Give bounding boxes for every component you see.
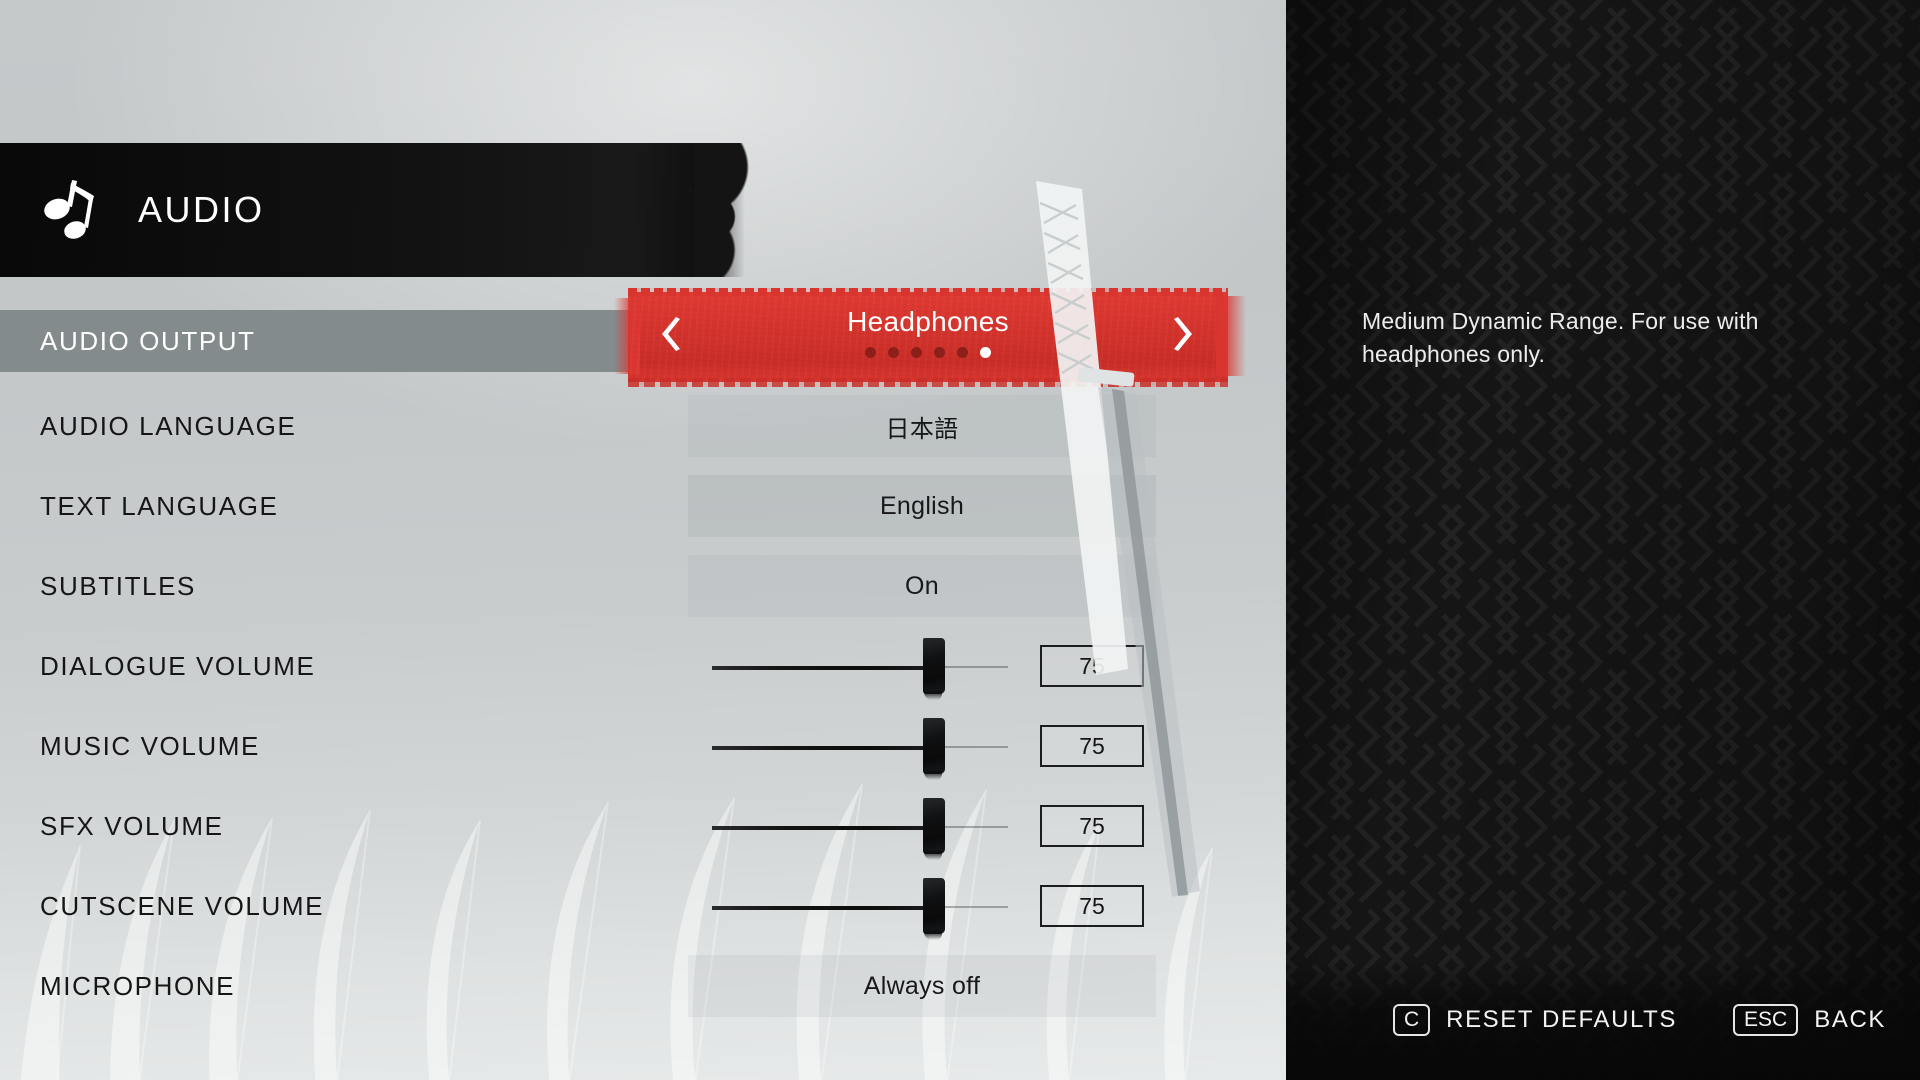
music-volume-value: 75 (1040, 725, 1144, 767)
reset-defaults-label: RESET DEFAULTS (1446, 1006, 1678, 1033)
setting-value: On (905, 571, 939, 600)
setting-label: SFX VOLUME (40, 810, 224, 841)
option-dot (865, 347, 876, 358)
page-title: AUDIO (138, 189, 265, 230)
setting-description: Medium Dynamic Range. For use with headp… (1362, 308, 1759, 367)
description-panel: Medium Dynamic Range. For use with headp… (1286, 0, 1920, 1080)
slider-handle[interactable] (923, 798, 945, 860)
footer-hints: C RESET DEFAULTS ESC BACK (1392, 960, 1886, 1080)
slider-handle[interactable] (923, 638, 945, 700)
setting-label: TEXT LANGUAGE (40, 490, 279, 521)
reset-defaults-button[interactable]: C RESET DEFAULTS (1392, 1004, 1678, 1036)
dialogue-volume-slider[interactable] (712, 635, 1012, 700)
key-esc-icon: ESC (1733, 1004, 1799, 1036)
option-dot (934, 347, 945, 358)
setting-row-subtitles[interactable]: SUBTITLES On (0, 555, 1286, 617)
option-dots (628, 347, 1228, 358)
setting-value: Headphones (847, 306, 1009, 337)
settings-panel: AUDIO AUDIO OUTPUT Headphones AUDIO LANG… (0, 0, 1286, 1080)
option-dot (911, 347, 922, 358)
setting-label: DIALOGUE VOLUME (40, 650, 316, 681)
slider-handle[interactable] (923, 878, 945, 940)
value-selector-highlight: Headphones (614, 288, 1246, 387)
setting-row-audio-output[interactable]: AUDIO OUTPUT Headphones (0, 288, 1286, 387)
panel-vignette (1286, 0, 1920, 1080)
setting-row-microphone[interactable]: MICROPHONE Always off (0, 955, 1286, 1017)
option-dot (888, 347, 899, 358)
setting-row-text-language[interactable]: TEXT LANGUAGE English (0, 475, 1286, 537)
settings-screen: AUDIO AUDIO OUTPUT Headphones AUDIO LANG… (0, 0, 1920, 1080)
category-banner: AUDIO (0, 143, 754, 277)
setting-row-sfx-volume[interactable]: SFX VOLUME 75 (0, 795, 1286, 860)
sfx-volume-value: 75 (1040, 805, 1144, 847)
setting-value: 日本語 (885, 414, 959, 443)
music-volume-slider[interactable] (712, 715, 1012, 780)
setting-row-music-volume[interactable]: MUSIC VOLUME 75 (0, 715, 1286, 780)
slider-fill (712, 826, 934, 830)
setting-label: AUDIO OUTPUT (40, 325, 256, 356)
slider-fill (712, 906, 934, 910)
sfx-volume-slider[interactable] (712, 795, 1012, 860)
setting-label: AUDIO LANGUAGE (40, 410, 297, 441)
key-c-icon: C (1392, 1004, 1431, 1036)
slider-fill (712, 666, 934, 670)
setting-label: CUTSCENE VOLUME (40, 890, 325, 921)
music-note-icon (42, 176, 104, 244)
setting-row-cutscene-volume[interactable]: CUTSCENE VOLUME 75 (0, 875, 1286, 940)
option-dot (957, 347, 968, 358)
setting-label: MICROPHONE (40, 970, 236, 1001)
option-dot-active (980, 347, 991, 358)
cutscene-volume-slider[interactable] (712, 875, 1012, 940)
setting-row-dialogue-volume[interactable]: DIALOGUE VOLUME 75 (0, 635, 1286, 700)
back-button[interactable]: ESC BACK (1733, 1004, 1886, 1036)
setting-value: Always off (863, 971, 981, 1000)
cutscene-volume-value: 75 (1040, 885, 1144, 927)
slider-handle[interactable] (923, 718, 945, 780)
slider-fill (712, 746, 934, 750)
setting-label: MUSIC VOLUME (40, 730, 261, 761)
back-label: BACK (1814, 1006, 1886, 1033)
setting-label: SUBTITLES (40, 570, 196, 601)
dialogue-volume-value: 75 (1040, 645, 1144, 687)
setting-value: English (879, 491, 965, 520)
setting-row-audio-language[interactable]: AUDIO LANGUAGE 日本語 (0, 395, 1286, 457)
